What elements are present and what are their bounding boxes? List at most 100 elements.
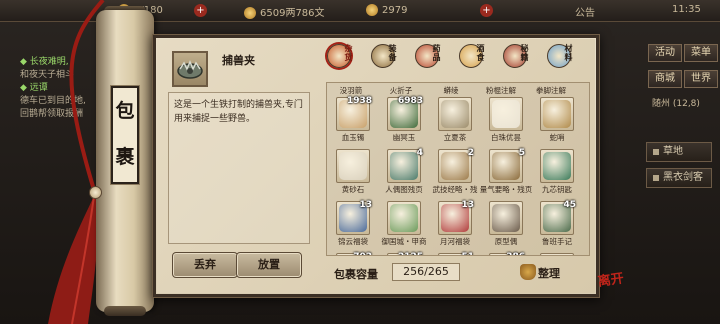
item-count: 45 <box>563 200 576 210</box>
whistle-icon <box>543 100 571 128</box>
silver-value: 6509两786文 <box>260 8 325 19</box>
item-slot[interactable]: 13 月河福袋 <box>435 200 475 247</box>
item-slot[interactable]: 立夏茶 <box>435 97 475 143</box>
partial-item-name: 没羽箭 <box>339 86 363 95</box>
item-slot[interactable]: 原型偶 <box>486 201 526 247</box>
world-button[interactable]: 世界 <box>684 70 718 88</box>
sort-button[interactable]: 整理 <box>520 262 580 284</box>
item-slot[interactable]: 51 <box>435 252 475 255</box>
item-slot[interactable] <box>537 253 577 255</box>
tab-label: 装备 <box>388 44 397 62</box>
item-slot[interactable]: 6983 幽冥玉 <box>384 96 424 143</box>
tab-label: 秘籍 <box>520 44 529 62</box>
item-slot[interactable]: 2125 <box>384 252 424 255</box>
selected-item-name: 捕兽夹 <box>222 54 255 67</box>
tab-label: 酒食 <box>476 44 485 62</box>
partial-item-name: 蟒绫 <box>443 86 459 95</box>
plus-icon: + <box>480 4 493 17</box>
menu-button[interactable]: 菜单 <box>684 44 718 62</box>
item-count: 13 <box>359 200 372 210</box>
trap-icon <box>177 60 203 79</box>
silver-readout: 6509两786文 <box>244 4 325 19</box>
capacity-value: 256/265 <box>392 263 460 281</box>
item-count: 5 <box>518 148 525 158</box>
item-count: 1938 <box>346 96 372 106</box>
notice-button[interactable]: 公告 <box>575 4 595 19</box>
tab-material[interactable]: 材料 <box>544 44 574 78</box>
tea-icon <box>441 100 469 128</box>
item-slot[interactable]: 蛇哨 <box>537 97 577 143</box>
money-bag-icon <box>520 264 536 280</box>
item-description: 这是一个生铁打制的捕兽夹,专门用来捕捉一些野兽。 <box>174 100 303 124</box>
plus-icon: + <box>194 4 207 17</box>
bag-title-char-2: 裹 <box>115 146 135 168</box>
item-slot[interactable]: 1938 血玉镯 <box>333 96 373 143</box>
clock: 11:35 <box>672 4 701 15</box>
activity-button[interactable]: 活动 <box>648 44 682 62</box>
nearby-black-swordsman[interactable]: 黑衣剑客 <box>646 168 712 188</box>
partial-item-name: 拳脚注解 <box>536 86 566 95</box>
discard-button[interactable]: 丢弃 <box>172 252 238 278</box>
partial-item-name: 粉棍注解 <box>486 86 516 95</box>
flower-icon <box>492 100 520 128</box>
partial-row-names: 没羽箭 火折子 蟒绫 粉棍注解 拳脚注解 <box>327 85 589 95</box>
scroll-page-icon <box>390 152 418 180</box>
place-button[interactable]: 放置 <box>236 252 302 278</box>
puppet-icon <box>492 204 520 232</box>
item-slot[interactable]: 御国城・甲商 <box>382 201 427 247</box>
game-screen: 0/180 + 6509两786文 2979 + 公告 11:35 ◆ 长夜难明… <box>0 0 720 324</box>
key-icon <box>543 152 571 180</box>
sort-label: 整理 <box>538 267 560 280</box>
item-name: 鲁班手记 <box>542 237 572 246</box>
tab-book[interactable]: 秘籍 <box>500 44 530 78</box>
scroll-cap-bottom <box>104 306 146 316</box>
item-count: 386 <box>506 252 525 255</box>
item-grid[interactable]: 没羽箭 火折子 蟒绫 粉棍注解 拳脚注解 1938 血玉镯 6983 幽冥玉 立夏茶 白珠优昙蛇哨… <box>326 82 590 256</box>
slot-frame <box>540 253 574 255</box>
silver-icon <box>244 7 256 19</box>
location-readout: 随州 (12,8) <box>652 99 700 109</box>
item-slot[interactable]: 2 武技经略・残 <box>433 148 478 195</box>
stone-icon <box>339 152 367 180</box>
nearby-grass[interactable]: 草地 <box>646 142 712 162</box>
item-count: 6983 <box>397 96 423 106</box>
exit-seal[interactable]: 离开 <box>596 271 628 304</box>
gold-readout: 2979 <box>366 4 442 16</box>
item-slot[interactable]: 白珠优昙 <box>486 97 526 143</box>
item-count: 51 <box>461 252 474 255</box>
tab-label: 药品 <box>432 44 441 62</box>
item-count: 702 <box>353 252 372 255</box>
item-count: 13 <box>461 200 474 210</box>
item-slot[interactable]: 黄砂石 <box>333 149 373 195</box>
item-count: 2125 <box>398 252 423 255</box>
tab-label: 杂货 <box>344 44 353 62</box>
bag-title: 包 裹 <box>110 85 140 185</box>
item-slot[interactable]: 九芯钥匙 <box>537 149 577 195</box>
dragon-icon <box>390 204 418 232</box>
item-slot[interactable]: 45 鲁班手记 <box>537 200 577 247</box>
tab-food[interactable]: 酒食 <box>456 44 486 78</box>
capacity-label: 包裹容量 <box>334 268 378 281</box>
shop-button[interactable]: 商城 <box>648 70 682 88</box>
manual-icon <box>441 152 469 180</box>
gold-value: 2979 <box>382 5 408 16</box>
item-name: 蛇哨 <box>549 133 565 142</box>
item-slot[interactable]: 5 量气要略・残页 <box>480 148 533 195</box>
item-slot[interactable]: 702 <box>333 252 373 255</box>
item-slot[interactable]: 4 人偶图残页 <box>384 148 424 195</box>
item-count: 2 <box>467 148 474 158</box>
close-knob[interactable] <box>89 186 102 199</box>
gold-icon <box>366 4 378 16</box>
item-slot[interactable]: 386 <box>486 252 526 255</box>
item-count: 4 <box>416 148 423 158</box>
item-name: 九芯钥匙 <box>542 185 572 194</box>
partial-item-name: 火折子 <box>389 86 413 95</box>
tab-misc[interactable]: 杂货 <box>324 44 354 78</box>
add-energy-button[interactable]: + <box>194 4 207 17</box>
selected-item-slot[interactable] <box>172 51 208 87</box>
bag-title-char-1: 包 <box>115 100 135 122</box>
item-slot[interactable]: 13 锦云福袋 <box>333 200 373 247</box>
tab-medicine[interactable]: 药品 <box>412 44 442 78</box>
tab-armor[interactable]: 装备 <box>368 44 398 78</box>
add-gold-button[interactable]: + <box>480 4 493 17</box>
